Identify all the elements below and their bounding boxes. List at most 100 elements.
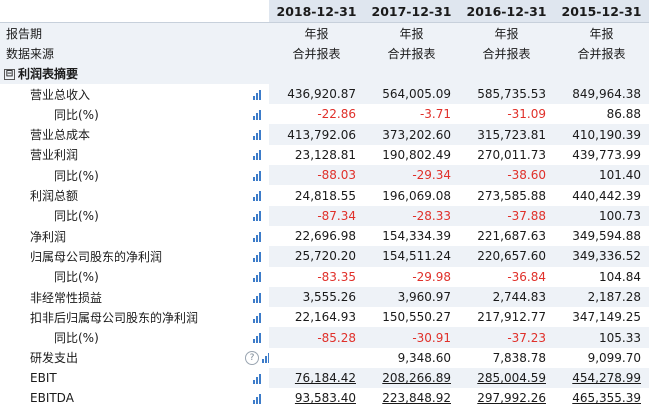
- value-cell: 196,069.08: [382, 188, 451, 203]
- table-row: 非经常性损益 3,555.26 3,960.97 2,744.83 2,187.28: [0, 286, 649, 308]
- value-cell[interactable]: 465,355.39: [554, 388, 649, 408]
- value-cell: -83.35: [317, 269, 356, 284]
- chart-icon-cell[interactable]: [245, 307, 269, 327]
- section-row[interactable]: ⊟ 利润表摘要: [0, 63, 649, 84]
- empty-cell: [269, 63, 364, 84]
- value-cell: 349,594.88: [572, 229, 641, 244]
- row-label: EBIT: [0, 368, 245, 389]
- bar-chart-icon[interactable]: [253, 231, 261, 242]
- value-cell[interactable]: 223,848.92: [364, 388, 459, 408]
- empty-cell: [245, 43, 269, 64]
- bar-chart-icon[interactable]: [253, 130, 261, 141]
- section-header[interactable]: ⊟ 利润表摘要: [0, 63, 245, 84]
- value-cell: 22,696.98: [294, 229, 356, 244]
- value-cell: -29.34: [364, 165, 459, 186]
- column-header[interactable]: 2015-12-31: [554, 0, 649, 23]
- bar-chart-icon[interactable]: [262, 353, 269, 364]
- value-cell[interactable]: 285,004.59: [459, 368, 554, 389]
- value-cell: 440,442.39: [572, 188, 641, 203]
- bar-chart-icon[interactable]: [253, 272, 261, 283]
- table-row: 研发支出 ? 9,348.60 7,838.78 9,099.70: [0, 348, 649, 368]
- row-label: 利润总额: [30, 189, 79, 204]
- bar-chart-icon[interactable]: [253, 89, 261, 100]
- value-cell: 9,348.60: [397, 350, 451, 365]
- row-label: 归属母公司股东的净利润: [0, 246, 245, 267]
- bar-chart-icon[interactable]: [253, 170, 261, 181]
- column-header[interactable]: 2016-12-31: [459, 0, 554, 23]
- value-cell[interactable]: 93,583.40: [269, 388, 364, 408]
- value-cell: 347,149.25: [572, 310, 641, 325]
- chart-icon-cell[interactable]: [245, 267, 269, 287]
- bar-chart-icon[interactable]: [253, 211, 261, 222]
- value-cell: 86.88: [606, 107, 641, 122]
- column-header[interactable]: 2017-12-31: [364, 0, 459, 23]
- value-cell[interactable]: 454,278.99: [554, 368, 649, 389]
- value-cell[interactable]: 208,266.89: [364, 368, 459, 389]
- value-cell: 585,735.53: [459, 83, 554, 105]
- value-cell: 150,550.27: [382, 310, 451, 325]
- table-row: 营业总成本 413,792.06 373,202.60 315,723.81 410,…: [0, 124, 649, 145]
- help-icon[interactable]: ?: [245, 351, 259, 366]
- value-cell: 2,744.83: [459, 286, 554, 308]
- table-row: 扣非后归属母公司股东的净利润 22,164.93 150,550.27 217,91…: [0, 307, 649, 327]
- chart-icon-cell[interactable]: [245, 286, 269, 308]
- bar-chart-icon[interactable]: [253, 191, 261, 202]
- bar-chart-icon[interactable]: [253, 312, 261, 323]
- value-cell: 373,202.60: [364, 124, 459, 145]
- row-label: 营业总成本: [0, 124, 245, 145]
- value-cell: 105.33: [554, 327, 649, 348]
- chart-icon-cell[interactable]: [245, 124, 269, 145]
- section-label: 利润表摘要: [18, 67, 79, 82]
- chart-icon-cell[interactable]: [245, 368, 269, 389]
- bar-chart-icon[interactable]: [253, 292, 261, 303]
- row-label: 营业利润: [30, 148, 79, 163]
- meta-value: 合并报表: [459, 43, 554, 64]
- chart-icon-cell[interactable]: [245, 246, 269, 267]
- bar-chart-icon[interactable]: [253, 150, 261, 161]
- chart-icon-cell[interactable]: [245, 226, 269, 246]
- bar-chart-icon[interactable]: [253, 251, 261, 262]
- value-cell: 23,128.81: [294, 147, 356, 162]
- row-label: 同比(%): [0, 205, 245, 226]
- value-cell: 7,838.78: [492, 350, 546, 365]
- value-cell: 9,099.70: [587, 350, 641, 365]
- empty-cell: [459, 63, 554, 84]
- value-cell: -36.84: [507, 269, 546, 284]
- value-cell: -37.23: [459, 327, 554, 348]
- value-cell: 22,164.93: [294, 310, 356, 325]
- chart-icon-cell[interactable]: [245, 165, 269, 186]
- table-row: EBIT 76,184.42 208,266.89 285,004.59 454,27…: [0, 368, 649, 389]
- bar-chart-icon[interactable]: [253, 393, 261, 404]
- value-cell: -85.28: [269, 327, 364, 348]
- chart-icon-cell[interactable]: [245, 83, 269, 105]
- bar-chart-icon[interactable]: [253, 373, 261, 384]
- value-cell: -88.03: [269, 165, 364, 186]
- value-cell: -87.34: [269, 205, 364, 226]
- value-cell: -29.98: [412, 269, 451, 284]
- table-row: 同比(%) -87.34 -28.33 -37.88 100.73: [0, 205, 649, 226]
- chart-icon-cell[interactable]: [245, 185, 269, 205]
- value-cell[interactable]: 76,184.42: [269, 368, 364, 389]
- chart-icon-cell[interactable]: [245, 205, 269, 226]
- value-cell: 25,720.20: [269, 246, 364, 267]
- chart-icon-cell[interactable]: [245, 327, 269, 348]
- value-cell: 221,687.63: [477, 229, 546, 244]
- value-cell: 3,555.26: [269, 286, 364, 308]
- row-label: 数据来源: [0, 43, 245, 64]
- chart-icon-cell[interactable]: ?: [245, 348, 269, 368]
- bar-chart-icon[interactable]: [253, 333, 261, 344]
- chart-icon-cell[interactable]: [245, 145, 269, 165]
- chart-icon-cell[interactable]: [245, 388, 269, 408]
- header-row: 2018-12-31 2017-12-31 2016-12-31 2015-12…: [0, 0, 649, 23]
- value-cell: 273,585.88: [477, 188, 546, 203]
- table-row: 同比(%) -88.03 -29.34 -38.60 101.40: [0, 165, 649, 186]
- row-label: 营业总收入: [0, 83, 245, 105]
- bar-chart-icon[interactable]: [253, 109, 261, 120]
- value-cell: 220,657.60: [459, 246, 554, 267]
- column-header[interactable]: 2018-12-31: [269, 0, 364, 23]
- table-row: EBITDA 93,583.40 223,848.92 297,992.26 465,…: [0, 388, 649, 408]
- collapse-toggle-icon[interactable]: ⊟: [4, 69, 15, 81]
- chart-icon-cell[interactable]: [245, 104, 269, 124]
- value-cell[interactable]: 297,992.26: [459, 388, 554, 408]
- header-blank: [0, 0, 245, 23]
